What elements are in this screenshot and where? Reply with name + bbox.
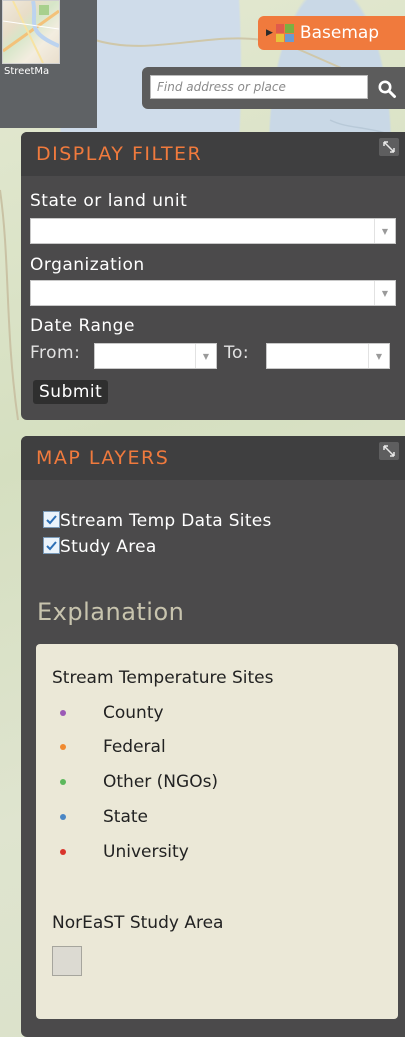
dot-icon (60, 814, 66, 820)
legend-item-label: Federal (103, 737, 166, 757)
search-bar (142, 67, 405, 109)
legend-item-state: State (60, 807, 148, 827)
caret-right-icon: ▶ (266, 28, 273, 38)
study-area-swatch (52, 946, 82, 976)
study-area-legend-label: NorEaST Study Area (52, 913, 224, 933)
chevron-down-icon: ▼ (195, 344, 216, 368)
map-layers-title: MAP LAYERS (36, 447, 170, 469)
organization-select[interactable]: ▼ (30, 280, 396, 306)
layer-row-study-area[interactable]: Study Area (43, 537, 157, 557)
legend-item-label: Other (NGOs) (103, 772, 219, 792)
chevron-down-icon: ▼ (374, 219, 395, 243)
legend-box: Stream Temperature Sites County Federal … (36, 644, 398, 1019)
date-range-label: Date Range (30, 316, 135, 336)
chevron-down-icon: ▼ (374, 281, 395, 305)
display-filter-title: DISPLAY FILTER (36, 143, 203, 165)
basemap-button-label: Basemap (299, 23, 380, 43)
legend-item-university: University (60, 842, 189, 862)
legend-item-federal: Federal (60, 737, 166, 757)
search-icon[interactable] (377, 79, 397, 99)
dot-icon (60, 744, 66, 750)
state-select[interactable]: ▼ (30, 218, 396, 244)
to-label: To: (224, 343, 250, 363)
checkmark-icon (46, 541, 57, 551)
legend-item-label: County (103, 703, 164, 723)
legend-item-label: State (103, 807, 148, 827)
display-filter-header: DISPLAY FILTER (21, 132, 405, 176)
basemap-thumbnail-label: StreetMa (4, 66, 50, 77)
from-label: From: (30, 343, 81, 363)
display-filter-panel: DISPLAY FILTER State or land unit ▼ Orga… (21, 132, 405, 420)
expand-icon[interactable] (379, 442, 399, 460)
from-date-select[interactable]: ▼ (94, 343, 217, 369)
organization-label: Organization (30, 255, 145, 275)
chevron-down-icon: ▼ (368, 344, 389, 368)
basemap-gallery-icon (275, 24, 294, 42)
legend-item-county: County (60, 703, 164, 723)
map-layers-panel: MAP LAYERS Stream Temp Data Sites Study … (21, 436, 405, 1037)
explanation-title: Explanation (37, 598, 185, 626)
legend-item-other-ngos: Other (NGOs) (60, 772, 218, 792)
expand-icon[interactable] (379, 138, 399, 156)
checkbox-study-area[interactable] (43, 537, 60, 554)
legend-item-label: University (103, 842, 189, 862)
submit-button[interactable]: Submit (33, 380, 109, 404)
basemap-button[interactable]: ▶ Basemap (258, 16, 405, 50)
checkbox-stream-temp[interactable] (43, 511, 60, 528)
map-layers-header: MAP LAYERS (21, 436, 405, 480)
layer-label-stream-temp: Stream Temp Data Sites (60, 511, 272, 531)
state-label: State or land unit (30, 191, 188, 211)
dot-icon (60, 710, 66, 716)
legend-heading: Stream Temperature Sites (52, 668, 274, 688)
checkmark-icon (46, 515, 57, 525)
search-input[interactable] (150, 75, 368, 99)
basemap-thumbnail[interactable]: StreetMa (0, 0, 97, 128)
street-map-preview-image (2, 0, 60, 64)
layer-label-study-area: Study Area (60, 537, 157, 557)
to-date-select[interactable]: ▼ (266, 343, 390, 369)
street-map-preview-graphic (3, 1, 59, 63)
layer-row-stream-temp[interactable]: Stream Temp Data Sites (43, 511, 272, 531)
dot-icon (60, 779, 66, 785)
dot-icon (60, 849, 66, 855)
